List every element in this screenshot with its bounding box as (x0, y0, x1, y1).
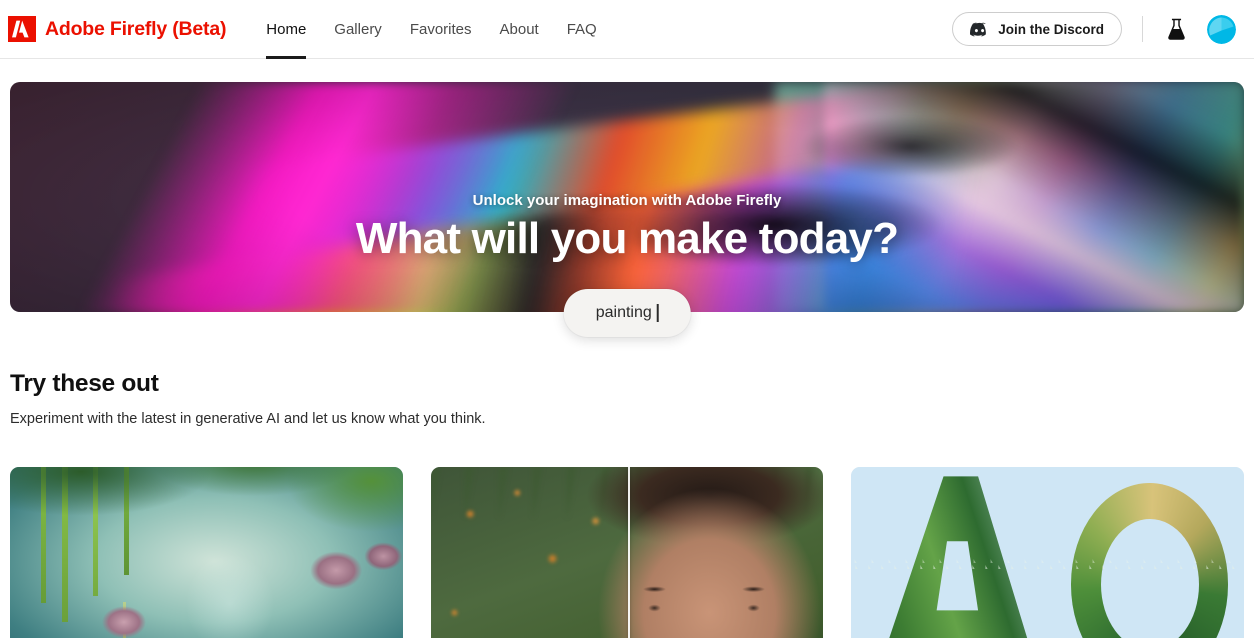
hero-eyebrow: Unlock your imagination with Adobe Firef… (472, 192, 782, 209)
nav-item-home[interactable]: Home (252, 0, 320, 59)
nav-item-favorites[interactable]: Favorites (396, 0, 486, 59)
card-artwork (10, 467, 403, 638)
app-header: Adobe Firefly (Beta) Home Gallery Favori… (0, 0, 1254, 59)
join-discord-label: Join the Discord (998, 21, 1104, 37)
card-artwork (851, 467, 1245, 638)
art-lower-leaves (851, 467, 1245, 638)
nav-item-faq[interactable]: FAQ (553, 0, 611, 59)
card-artwork (430, 467, 824, 638)
art-portrait-eyes (572, 467, 824, 638)
nav-item-gallery[interactable]: Gallery (320, 0, 396, 59)
user-avatar[interactable] (1207, 14, 1236, 44)
main-nav: Home Gallery Favorites About FAQ (252, 0, 610, 59)
flask-button[interactable] (1163, 15, 1189, 43)
hero-text-block: Unlock your imagination with Adobe Firef… (10, 82, 1244, 312)
brand[interactable]: Adobe Firefly (Beta) (8, 16, 226, 42)
section-title: Try these out (10, 370, 159, 397)
compare-slider-divider[interactable] (627, 467, 630, 638)
art-coral-reef (10, 467, 403, 638)
hero-prompt-input[interactable]: painting (563, 289, 691, 337)
adobe-logo-icon (8, 16, 36, 42)
header-actions: Join the Discord (952, 12, 1236, 46)
hero-banner: Unlock your imagination with Adobe Firef… (10, 82, 1244, 312)
avatar-graphic (1207, 14, 1236, 44)
portrait-compare-card[interactable]: Denim jacket (430, 467, 824, 638)
hero-prompt-value: painting (595, 304, 652, 321)
card-grid: Denim jacket (10, 467, 1245, 638)
hero-title: What will you make today? (355, 214, 899, 263)
nav-item-about[interactable]: About (486, 0, 553, 59)
section-subtitle: Experiment with the latest in generative… (10, 411, 486, 427)
text-caret (656, 304, 659, 322)
discord-icon (970, 22, 987, 37)
leafy-letters-card[interactable] (851, 467, 1245, 638)
flask-icon (1167, 18, 1185, 40)
try-these-out-section: Try these out Experiment with the latest… (10, 312, 1245, 638)
header-divider (1142, 16, 1143, 42)
join-discord-button[interactable]: Join the Discord (952, 12, 1122, 46)
fantasy-garden-card[interactable] (10, 467, 403, 638)
brand-name: Adobe Firefly (Beta) (45, 17, 227, 40)
